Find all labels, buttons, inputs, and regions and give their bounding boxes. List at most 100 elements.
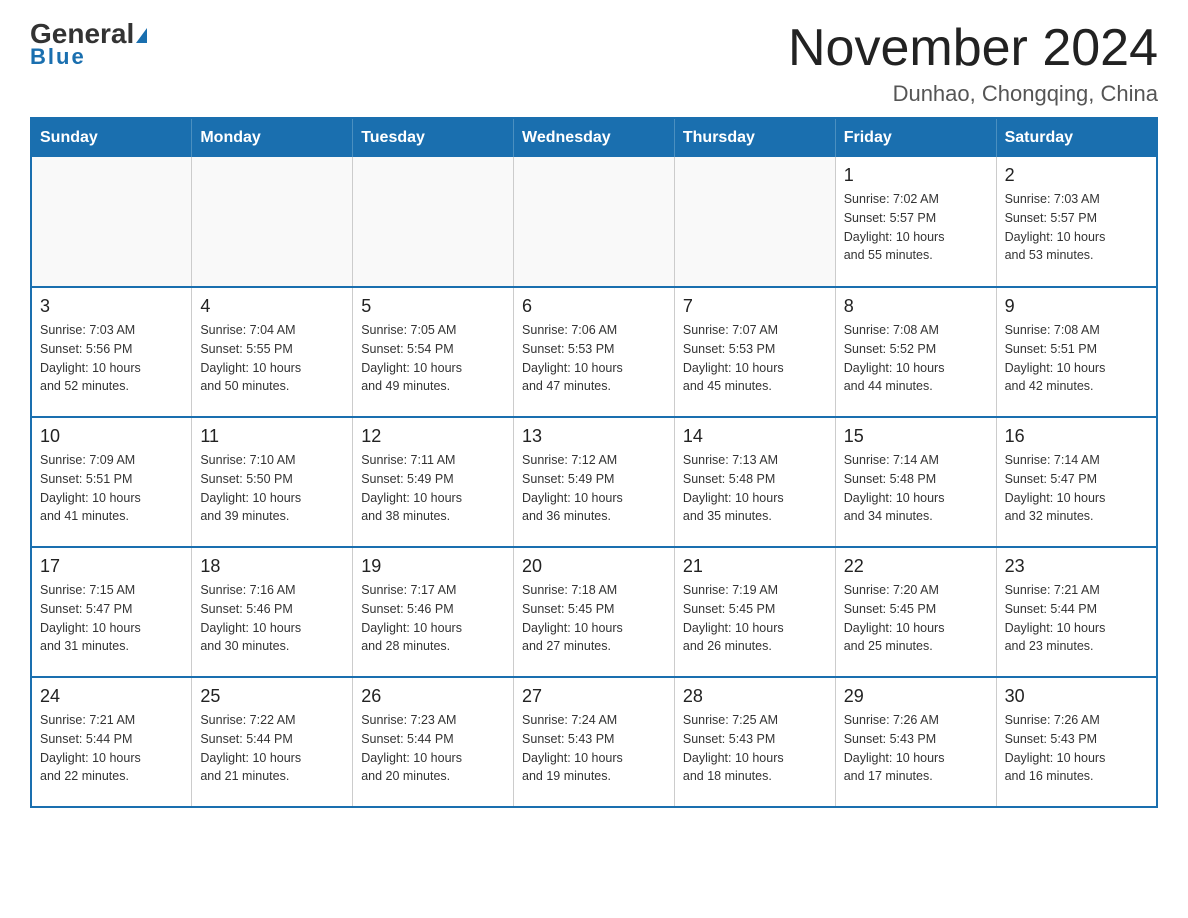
calendar-cell: 1 Sunrise: 7:02 AM Sunset: 5:57 PM Daylig… [835,157,996,287]
day-number: 14 [683,426,827,447]
weekday-header: Monday [192,118,353,157]
day-number: 8 [844,296,988,317]
calendar-week-row: 3 Sunrise: 7:03 AM Sunset: 5:56 PM Daylig… [31,287,1157,417]
calendar-table: SundayMondayTuesdayWednesdayThursdayFrid… [30,117,1158,808]
calendar-cell: 15 Sunrise: 7:14 AM Sunset: 5:48 PM Dayli… [835,417,996,547]
calendar-cell: 14 Sunrise: 7:13 AM Sunset: 5:48 PM Dayli… [674,417,835,547]
day-number: 30 [1005,686,1148,707]
day-number: 4 [200,296,344,317]
calendar-cell: 10Sunrise: 7:09 AM Sunset: 5:51 PM Dayli… [31,417,192,547]
day-info: Sunrise: 7:26 AM Sunset: 5:43 PM Dayligh… [844,711,988,786]
page-header: General Blue November 2024 Dunhao, Chong… [30,20,1158,107]
calendar-cell: 12 Sunrise: 7:11 AM Sunset: 5:49 PM Dayli… [353,417,514,547]
day-info: Sunrise: 7:03 AM Sunset: 5:56 PM Dayligh… [40,321,183,396]
day-info: Sunrise: 7:02 AM Sunset: 5:57 PM Dayligh… [844,190,988,265]
logo-blue: Blue [30,44,86,70]
day-number: 24 [40,686,183,707]
calendar-cell: 30Sunrise: 7:26 AM Sunset: 5:43 PM Dayli… [996,677,1157,807]
calendar-cell: 16 Sunrise: 7:14 AM Sunset: 5:47 PM Dayli… [996,417,1157,547]
day-number: 12 [361,426,505,447]
day-info: Sunrise: 7:15 AM Sunset: 5:47 PM Dayligh… [40,581,183,656]
day-number: 28 [683,686,827,707]
day-number: 23 [1005,556,1148,577]
calendar-cell: 2 Sunrise: 7:03 AM Sunset: 5:57 PM Daylig… [996,157,1157,287]
day-number: 16 [1005,426,1148,447]
day-info: Sunrise: 7:17 AM Sunset: 5:46 PM Dayligh… [361,581,505,656]
day-info: Sunrise: 7:08 AM Sunset: 5:51 PM Dayligh… [1005,321,1148,396]
day-number: 17 [40,556,183,577]
day-number: 2 [1005,165,1148,186]
day-number: 27 [522,686,666,707]
weekday-header: Saturday [996,118,1157,157]
day-number: 21 [683,556,827,577]
day-info: Sunrise: 7:11 AM Sunset: 5:49 PM Dayligh… [361,451,505,526]
calendar-cell: 21 Sunrise: 7:19 AM Sunset: 5:45 PM Dayli… [674,547,835,677]
day-number: 22 [844,556,988,577]
calendar-cell: 24 Sunrise: 7:21 AM Sunset: 5:44 PM Dayli… [31,677,192,807]
day-number: 18 [200,556,344,577]
calendar-week-row: 1 Sunrise: 7:02 AM Sunset: 5:57 PM Daylig… [31,157,1157,287]
day-info: Sunrise: 7:09 AM Sunset: 5:51 PM Dayligh… [40,451,183,526]
day-info: Sunrise: 7:10 AM Sunset: 5:50 PM Dayligh… [200,451,344,526]
calendar-cell: 27 Sunrise: 7:24 AM Sunset: 5:43 PM Dayli… [514,677,675,807]
day-number: 20 [522,556,666,577]
day-info: Sunrise: 7:23 AM Sunset: 5:44 PM Dayligh… [361,711,505,786]
day-info: Sunrise: 7:25 AM Sunset: 5:43 PM Dayligh… [683,711,827,786]
day-info: Sunrise: 7:16 AM Sunset: 5:46 PM Dayligh… [200,581,344,656]
day-number: 13 [522,426,666,447]
calendar-cell: 3 Sunrise: 7:03 AM Sunset: 5:56 PM Daylig… [31,287,192,417]
calendar-cell: 4Sunrise: 7:04 AM Sunset: 5:55 PM Daylig… [192,287,353,417]
day-info: Sunrise: 7:21 AM Sunset: 5:44 PM Dayligh… [40,711,183,786]
calendar-cell: 23Sunrise: 7:21 AM Sunset: 5:44 PM Dayli… [996,547,1157,677]
calendar-week-row: 24 Sunrise: 7:21 AM Sunset: 5:44 PM Dayli… [31,677,1157,807]
calendar-cell [192,157,353,287]
calendar-cell: 20 Sunrise: 7:18 AM Sunset: 5:45 PM Dayli… [514,547,675,677]
location-title: Dunhao, Chongqing, China [788,81,1158,107]
calendar-cell [674,157,835,287]
day-number: 5 [361,296,505,317]
day-info: Sunrise: 7:06 AM Sunset: 5:53 PM Dayligh… [522,321,666,396]
day-info: Sunrise: 7:18 AM Sunset: 5:45 PM Dayligh… [522,581,666,656]
day-number: 7 [683,296,827,317]
day-info: Sunrise: 7:14 AM Sunset: 5:47 PM Dayligh… [1005,451,1148,526]
day-number: 15 [844,426,988,447]
day-number: 6 [522,296,666,317]
calendar-cell: 9 Sunrise: 7:08 AM Sunset: 5:51 PM Daylig… [996,287,1157,417]
day-number: 25 [200,686,344,707]
calendar-cell: 19 Sunrise: 7:17 AM Sunset: 5:46 PM Dayli… [353,547,514,677]
day-number: 11 [200,426,344,447]
calendar-cell: 8 Sunrise: 7:08 AM Sunset: 5:52 PM Daylig… [835,287,996,417]
day-number: 19 [361,556,505,577]
calendar-cell: 13 Sunrise: 7:12 AM Sunset: 5:49 PM Dayli… [514,417,675,547]
day-info: Sunrise: 7:03 AM Sunset: 5:57 PM Dayligh… [1005,190,1148,265]
day-info: Sunrise: 7:22 AM Sunset: 5:44 PM Dayligh… [200,711,344,786]
calendar-cell [353,157,514,287]
day-info: Sunrise: 7:12 AM Sunset: 5:49 PM Dayligh… [522,451,666,526]
calendar-cell: 7Sunrise: 7:07 AM Sunset: 5:53 PM Daylig… [674,287,835,417]
weekday-header: Tuesday [353,118,514,157]
calendar-cell: 5 Sunrise: 7:05 AM Sunset: 5:54 PM Daylig… [353,287,514,417]
day-number: 1 [844,165,988,186]
calendar-cell: 22Sunrise: 7:20 AM Sunset: 5:45 PM Dayli… [835,547,996,677]
calendar-cell [31,157,192,287]
day-info: Sunrise: 7:13 AM Sunset: 5:48 PM Dayligh… [683,451,827,526]
title-section: November 2024 Dunhao, Chongqing, China [788,20,1158,107]
day-info: Sunrise: 7:14 AM Sunset: 5:48 PM Dayligh… [844,451,988,526]
calendar-cell: 11 Sunrise: 7:10 AM Sunset: 5:50 PM Dayli… [192,417,353,547]
calendar-cell: 18 Sunrise: 7:16 AM Sunset: 5:46 PM Dayli… [192,547,353,677]
day-number: 3 [40,296,183,317]
day-info: Sunrise: 7:24 AM Sunset: 5:43 PM Dayligh… [522,711,666,786]
day-info: Sunrise: 7:05 AM Sunset: 5:54 PM Dayligh… [361,321,505,396]
calendar-header-row: SundayMondayTuesdayWednesdayThursdayFrid… [31,118,1157,157]
logo: General Blue [30,20,147,70]
calendar-cell: 29 Sunrise: 7:26 AM Sunset: 5:43 PM Dayli… [835,677,996,807]
calendar-cell: 25 Sunrise: 7:22 AM Sunset: 5:44 PM Dayli… [192,677,353,807]
day-number: 29 [844,686,988,707]
weekday-header: Wednesday [514,118,675,157]
day-info: Sunrise: 7:19 AM Sunset: 5:45 PM Dayligh… [683,581,827,656]
calendar-cell: 28 Sunrise: 7:25 AM Sunset: 5:43 PM Dayli… [674,677,835,807]
day-info: Sunrise: 7:08 AM Sunset: 5:52 PM Dayligh… [844,321,988,396]
calendar-cell [514,157,675,287]
day-number: 9 [1005,296,1148,317]
day-number: 26 [361,686,505,707]
